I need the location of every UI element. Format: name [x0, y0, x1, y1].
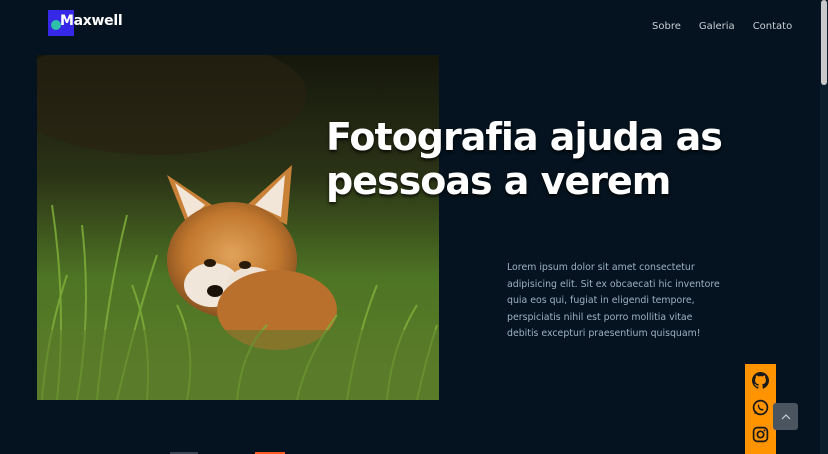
hero-description: Lorem ipsum dolor sit amet consectetur a… [507, 262, 720, 339]
nav-item-contato[interactable]: Contato [753, 21, 793, 32]
brand-logo[interactable]: Maxwell [48, 10, 123, 36]
chevron-up-icon [781, 413, 790, 419]
instagram-icon[interactable] [752, 426, 769, 443]
social-links-bar [745, 364, 776, 454]
main-nav: Sobre Galeria Contato [652, 21, 810, 32]
back-to-top-button[interactable] [773, 403, 798, 430]
nav-item-galeria[interactable]: Galeria [699, 21, 735, 32]
nav-item-sobre[interactable]: Sobre [652, 21, 681, 32]
page-scrollbar[interactable] [820, 0, 828, 454]
github-icon[interactable] [752, 372, 769, 389]
hero-headline: Fotografia ajuda as pessoas a verem [326, 115, 723, 203]
hero-fox-photo [37, 55, 439, 400]
scrollbar-thumb[interactable] [821, 0, 827, 85]
logo-mark: Maxwell [48, 10, 123, 36]
fox-in-grass-image [37, 55, 439, 400]
logo-text: Maxwell [60, 13, 123, 29]
whatsapp-icon[interactable] [752, 399, 769, 416]
